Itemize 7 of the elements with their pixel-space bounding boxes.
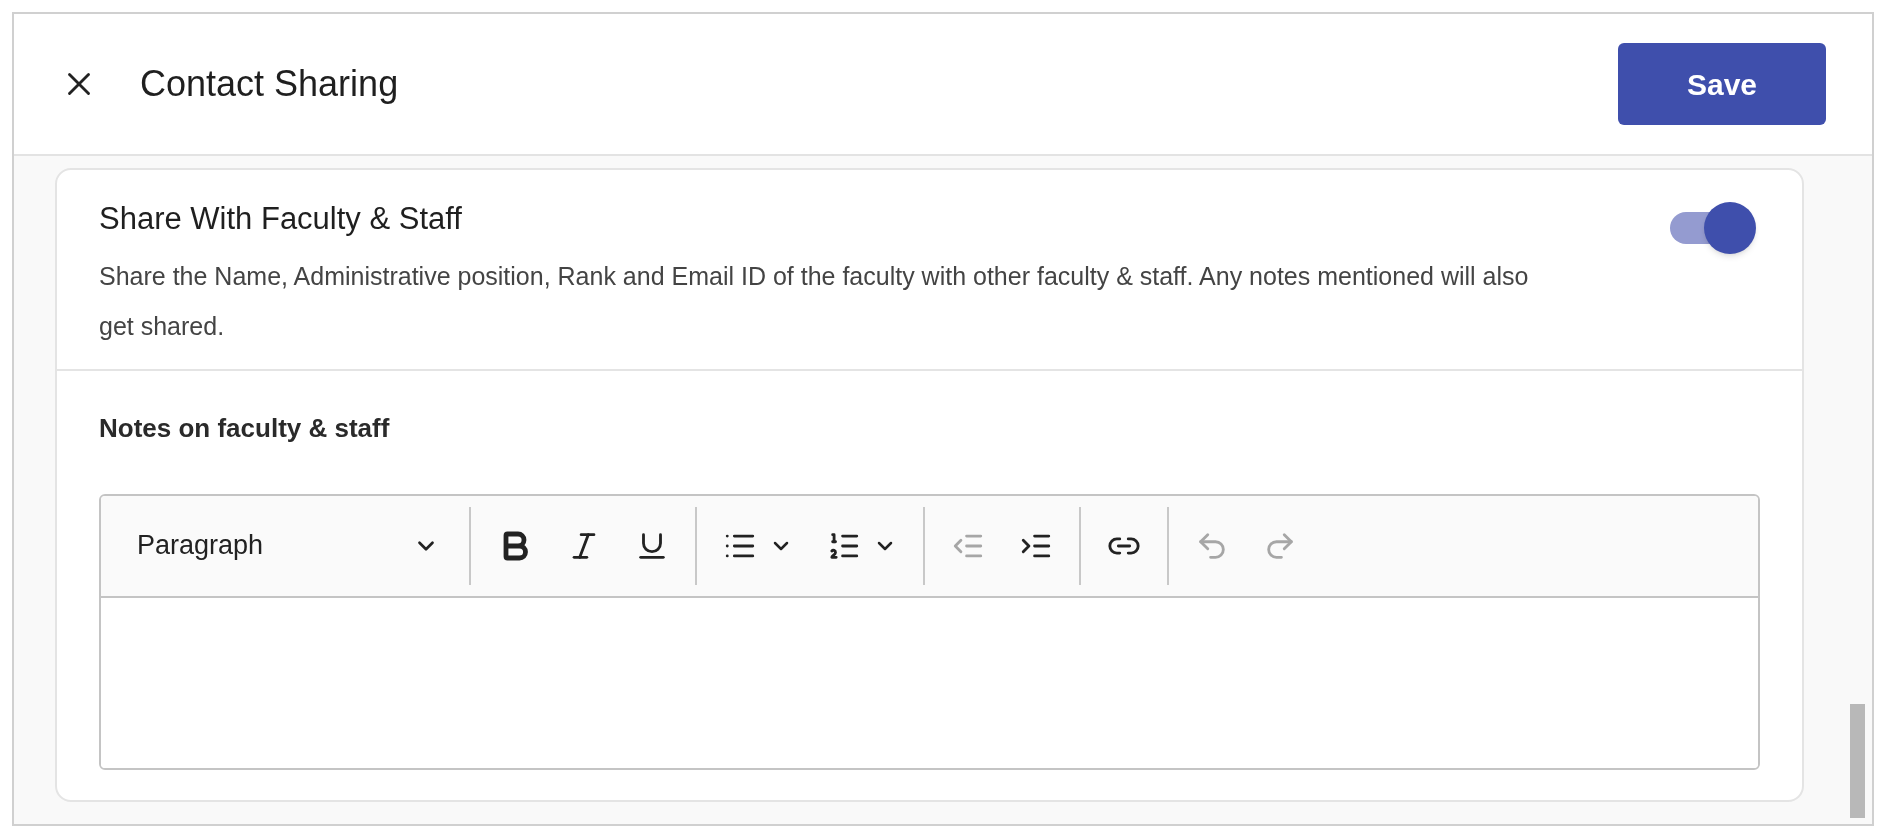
notes-label: Notes on faculty & staff bbox=[99, 411, 391, 445]
save-button[interactable]: Save bbox=[1618, 43, 1826, 125]
scrollbar-thumb[interactable] bbox=[1849, 704, 1865, 818]
format-dropdown[interactable]: Paragraph bbox=[121, 515, 461, 576]
section-title: Share With Faculty & Staff bbox=[99, 200, 463, 238]
dialog-title: Contact Sharing bbox=[140, 62, 399, 106]
section-description: Share the Name, Administrative position, Rank and Email ID of the faculty with other faculty & staff. Any notes mentioned will also get shared. bbox=[99, 260, 1530, 342]
